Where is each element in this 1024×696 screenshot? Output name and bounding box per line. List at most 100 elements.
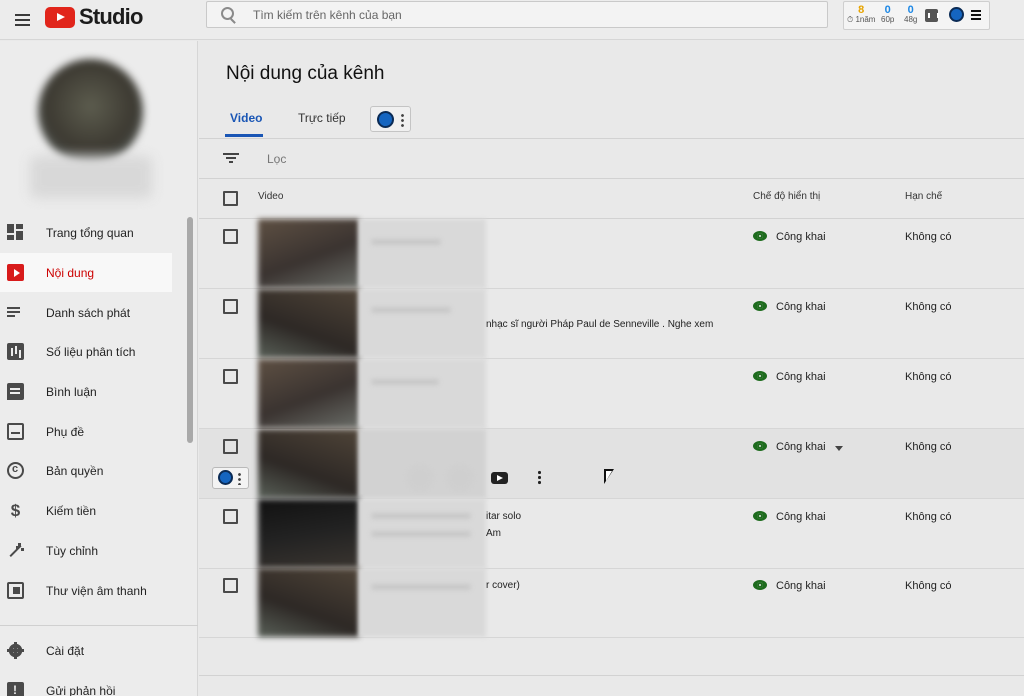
sidebar-item-analytics[interactable]: Số liệu phân tích [0,332,172,371]
sidebar-item-customization[interactable]: Tùy chỉnh [0,531,172,570]
ext-stat-1: 8 ⏱ 1năm [847,4,875,24]
tabs-divider [199,138,1024,139]
video-thumbnail[interactable] [258,568,359,637]
video-title[interactable]: r cover) [486,580,520,591]
search-bar[interactable] [206,1,828,28]
ext-stat-1-label: ⏱ 1năm [847,15,876,24]
restrictions-value: Không có [905,231,952,243]
row-action-button[interactable] [447,465,473,491]
extension-tab-button[interactable] [370,106,411,132]
restrictions-value: Không có [905,580,952,592]
extension-profile-icon[interactable] [949,7,964,22]
more-vert-icon [401,113,404,127]
hamburger-menu-icon[interactable] [8,6,36,34]
blurred-title [359,219,486,288]
sidebar-item-label: Gửi phản hồi [46,683,116,696]
extension-profile-icon [377,111,394,128]
video-title[interactable]: itar solo [486,511,521,522]
sidebar-item-copyright[interactable]: Bản quyền [0,451,172,490]
table-row[interactable]: nhạc sĩ người Pháp Paul de Senneville . … [199,289,1024,359]
column-header-restrictions[interactable]: Hạn chế [905,191,942,202]
analytics-chart-icon[interactable] [925,9,939,22]
visibility-value[interactable]: Công khai [776,511,826,523]
ext-stat-2-label: 60p [881,15,895,24]
sidebar-item-content[interactable]: Nội dung [0,253,172,292]
tab-video[interactable]: Video [230,111,262,125]
video-thumbnail[interactable] [258,289,359,358]
visibility-value[interactable]: Công khai [776,371,826,383]
restrictions-value: Không có [905,301,952,313]
row-checkbox[interactable] [223,369,238,384]
dollar-icon: $ [10,501,21,520]
sidebar-item-playlists[interactable]: Danh sách phát [0,293,172,332]
filter-divider [199,178,1024,179]
search-icon[interactable] [207,1,243,28]
tab-live[interactable]: Trực tiếp [298,111,346,125]
video-thumbnail[interactable] [258,499,359,568]
sidebar-item-audio-library[interactable]: Thư viện âm thanh [0,571,172,610]
blurred-line [371,239,441,245]
row-checkbox[interactable] [223,229,238,244]
sidebar-item-feedback[interactable]: Gửi phản hồi [0,671,172,696]
studio-logo[interactable]: Studio [45,4,143,30]
table-row-hovered[interactable]: Công khai Không có [199,429,1024,499]
sidebar-item-subtitles[interactable]: Phụ đề [0,412,172,451]
visibility-value[interactable]: Công khai [776,231,826,243]
visibility-value[interactable]: Công khai [776,301,826,313]
filter-input[interactable]: Lọc [267,152,286,166]
sidebar: Trang tổng quan Nội dung Danh sách phát … [0,41,198,696]
blurred-line [371,379,439,385]
search-input[interactable] [253,7,827,22]
sidebar-divider [0,625,198,626]
sidebar-item-dashboard[interactable]: Trang tổng quan [0,213,172,252]
row-checkbox[interactable] [223,439,238,454]
restrictions-value: Không có [905,371,952,383]
video-thumbnail[interactable] [258,359,359,428]
channel-avatar[interactable] [38,59,143,164]
select-all-checkbox[interactable] [223,191,238,206]
settings-icon [7,642,24,659]
table-row[interactable]: Công khai Không có [199,219,1024,289]
active-tab-indicator [225,134,263,137]
content-icon [7,264,24,281]
sidebar-item-settings[interactable]: Cài đặt [0,631,172,670]
extension-menu-icon[interactable] [971,10,981,20]
sidebar-scrollbar[interactable] [187,217,193,443]
column-header-visibility[interactable]: Chế độ hiển thị [753,191,820,202]
table-row[interactable]: itar solo Am Công khai Không có [199,499,1024,569]
table-row[interactable]: r cover) Công khai Không có [199,568,1024,638]
visibility-dropdown-icon[interactable] [835,446,843,451]
magic-wand-icon [7,542,24,559]
sidebar-item-comments[interactable]: Bình luận [0,372,172,411]
row-checkbox[interactable] [223,299,238,314]
restrictions-value: Không có [905,441,952,453]
ext-stat-3-label: 48g [904,15,918,24]
sidebar-item-label: Cài đặt [46,643,85,658]
copyright-icon [7,462,24,479]
restrictions-value: Không có [905,511,952,523]
video-thumbnail[interactable] [258,219,359,288]
youtube-play-icon [45,6,75,28]
row-action-button[interactable] [407,465,433,491]
comments-icon [7,383,24,400]
channel-name-blurred [30,156,152,198]
sidebar-item-label: Tùy chỉnh [46,543,99,558]
youtube-icon[interactable] [491,472,508,484]
row-checkbox[interactable] [223,578,238,593]
column-header-video[interactable]: Video [258,191,283,202]
visibility-value[interactable]: Công khai [776,441,826,453]
ext-stat-3: 0 48g [904,4,917,24]
more-options-icon[interactable] [538,470,541,485]
page-title: Nội dung của kênh [226,63,385,84]
blurred-title [359,289,486,358]
audio-library-icon [7,582,24,599]
row-checkbox[interactable] [223,509,238,524]
filter-icon[interactable] [223,152,239,164]
blurred-line [371,307,451,313]
row-extension-button[interactable] [212,467,249,489]
more-vert-icon [238,472,241,485]
video-thumbnail[interactable] [258,429,359,498]
table-row[interactable]: Công khai Không có [199,359,1024,429]
visibility-value[interactable]: Công khai [776,580,826,592]
sidebar-item-earn[interactable]: $ Kiếm tiền [0,491,172,530]
